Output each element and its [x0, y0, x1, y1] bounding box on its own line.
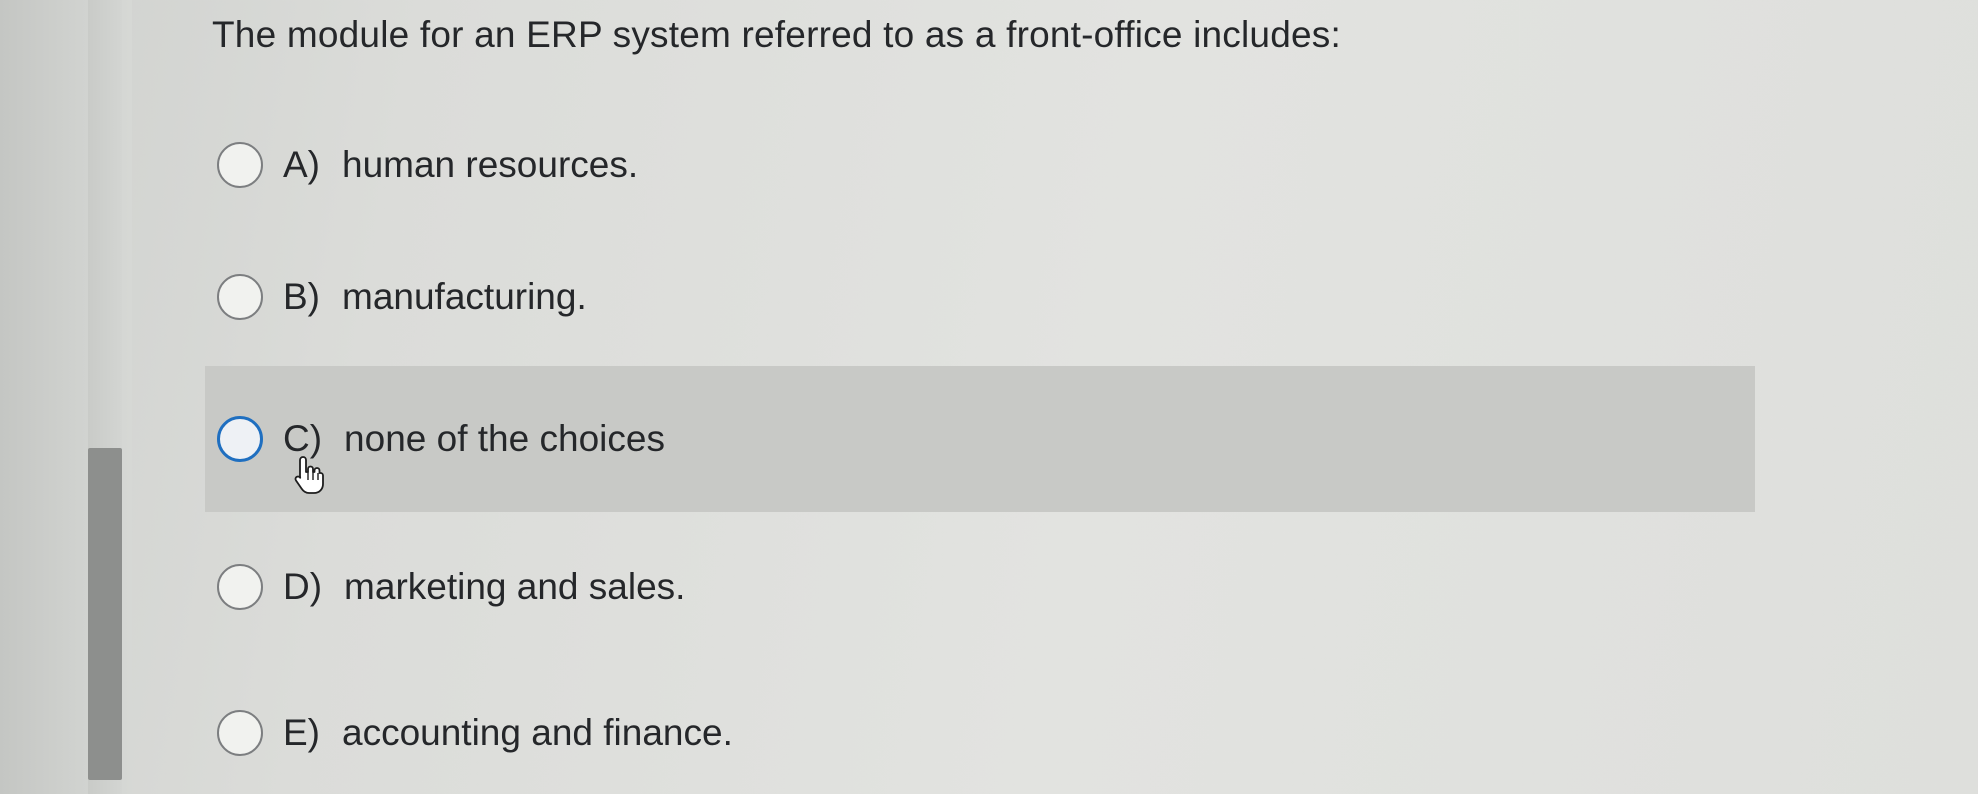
scrollbar-thumb[interactable] — [88, 448, 122, 780]
option-c-label[interactable]: none of the choices — [344, 418, 665, 460]
option-a-label[interactable]: human resources. — [342, 144, 638, 186]
option-d[interactable]: D) marketing and sales. — [205, 514, 1755, 660]
option-a[interactable]: A) human resources. — [205, 92, 1755, 238]
option-e-letter: E) — [283, 712, 320, 753]
option-e-label[interactable]: accounting and finance. — [342, 712, 733, 754]
option-c[interactable]: C) none of the choices — [205, 366, 1755, 512]
option-c-letter: C) — [283, 418, 323, 459]
radio-button-d[interactable] — [217, 564, 263, 610]
radio-button-c[interactable] — [217, 416, 263, 462]
option-b-label[interactable]: manufacturing. — [342, 276, 587, 318]
radio-button-b[interactable] — [217, 274, 263, 320]
hand-pointer-icon — [294, 456, 324, 494]
option-e[interactable]: E) accounting and finance. — [205, 660, 1755, 794]
option-d-letter: D) — [283, 566, 323, 607]
option-d-label[interactable]: marketing and sales. — [344, 566, 685, 608]
option-a-letter: A) — [283, 144, 320, 185]
option-b[interactable]: B) manufacturing. — [205, 224, 1755, 370]
radio-button-a[interactable] — [217, 142, 263, 188]
option-b-letter: B) — [283, 276, 320, 317]
radio-button-e[interactable] — [217, 710, 263, 756]
question-text: The module for an ERP system referred to… — [212, 14, 1341, 55]
